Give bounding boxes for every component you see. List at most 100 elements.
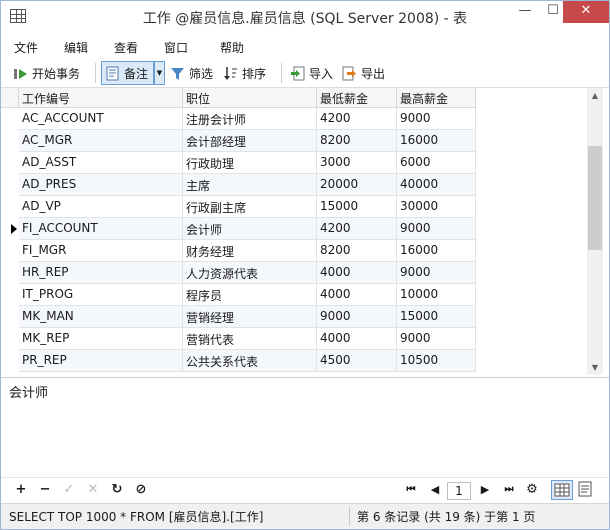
- add-record-icon[interactable]: +: [13, 482, 29, 498]
- menu-edit[interactable]: 编辑: [64, 39, 88, 56]
- cell-job-title[interactable]: 注册会计师: [183, 108, 317, 130]
- cell-min-salary[interactable]: 4200: [317, 108, 397, 130]
- cell-min-salary[interactable]: 8200: [317, 130, 397, 152]
- cell-min-salary[interactable]: 3000: [317, 152, 397, 174]
- filter-button[interactable]: 筛选: [167, 61, 216, 85]
- delete-record-icon[interactable]: −: [37, 482, 53, 498]
- cell-job-id[interactable]: AD_ASST: [19, 152, 183, 174]
- cell-job-id[interactable]: IT_PROG: [19, 284, 183, 306]
- begin-transaction-button[interactable]: 开始事务: [10, 61, 83, 85]
- row-indicator[interactable]: [1, 262, 19, 284]
- cell-max-salary[interactable]: 30000: [397, 196, 476, 218]
- table-row[interactable]: AC_MGR 会计部经理 8200 16000: [1, 130, 476, 152]
- column-header-job-id[interactable]: 工作编号: [19, 88, 183, 108]
- column-header-min-salary[interactable]: 最低薪金: [317, 88, 397, 108]
- row-indicator[interactable]: [1, 174, 19, 196]
- memo-dropdown-arrow[interactable]: ▼: [154, 61, 165, 85]
- last-page-icon[interactable]: ⏭: [501, 482, 517, 498]
- cell-min-salary[interactable]: 15000: [317, 196, 397, 218]
- vertical-scrollbar[interactable]: ▲ ▼: [587, 88, 603, 375]
- row-indicator[interactable]: [1, 196, 19, 218]
- cell-job-id[interactable]: MK_REP: [19, 328, 183, 350]
- sort-button[interactable]: 排序: [220, 61, 269, 85]
- cell-job-title[interactable]: 会计部经理: [183, 130, 317, 152]
- memo-button[interactable]: 备注: [101, 61, 154, 85]
- cell-job-title[interactable]: 行政助理: [183, 152, 317, 174]
- cell-job-title[interactable]: 程序员: [183, 284, 317, 306]
- table-row[interactable]: MK_MAN 营销经理 9000 15000: [1, 306, 476, 328]
- cell-job-id[interactable]: AC_MGR: [19, 130, 183, 152]
- first-page-icon[interactable]: ⏮: [403, 482, 419, 498]
- cell-job-id[interactable]: HR_REP: [19, 262, 183, 284]
- row-indicator[interactable]: [1, 240, 19, 262]
- cell-job-title[interactable]: 主席: [183, 174, 317, 196]
- cell-job-id[interactable]: PR_REP: [19, 350, 183, 372]
- cell-max-salary[interactable]: 10000: [397, 284, 476, 306]
- table-row[interactable]: FI_MGR 财务经理 8200 16000: [1, 240, 476, 262]
- cell-max-salary[interactable]: 16000: [397, 130, 476, 152]
- cell-max-salary[interactable]: 6000: [397, 152, 476, 174]
- cell-min-salary[interactable]: 8200: [317, 240, 397, 262]
- row-indicator[interactable]: [1, 130, 19, 152]
- table-row[interactable]: FI_ACCOUNT 会计师 4200 9000: [1, 218, 476, 240]
- import-button[interactable]: 导入: [287, 61, 336, 85]
- row-indicator[interactable]: [1, 328, 19, 350]
- cell-job-title[interactable]: 行政副主席: [183, 196, 317, 218]
- cell-max-salary[interactable]: 9000: [397, 108, 476, 130]
- column-header-job-title[interactable]: 职位: [183, 88, 317, 108]
- cell-min-salary[interactable]: 4000: [317, 328, 397, 350]
- cell-job-id[interactable]: FI_ACCOUNT: [19, 218, 183, 240]
- row-indicator[interactable]: [1, 350, 19, 372]
- cell-min-salary[interactable]: 4000: [317, 262, 397, 284]
- apply-changes-icon[interactable]: ✓: [61, 482, 77, 498]
- cell-max-salary[interactable]: 10500: [397, 350, 476, 372]
- scroll-up-arrow-icon[interactable]: ▲: [587, 88, 603, 104]
- scroll-thumb[interactable]: [588, 146, 602, 250]
- refresh-icon[interactable]: ↻: [109, 482, 125, 498]
- previous-page-icon[interactable]: ◀: [427, 482, 443, 498]
- cell-job-title[interactable]: 财务经理: [183, 240, 317, 262]
- table-row[interactable]: AD_PRES 主席 20000 40000: [1, 174, 476, 196]
- cell-min-salary[interactable]: 4000: [317, 284, 397, 306]
- cell-min-salary[interactable]: 20000: [317, 174, 397, 196]
- cell-max-salary[interactable]: 9000: [397, 262, 476, 284]
- cell-job-title[interactable]: 会计师: [183, 218, 317, 240]
- table-row[interactable]: PR_REP 公共关系代表 4500 10500: [1, 350, 476, 372]
- row-indicator[interactable]: [1, 284, 19, 306]
- table-row[interactable]: MK_REP 营销代表 4000 9000: [1, 328, 476, 350]
- cell-job-title[interactable]: 营销经理: [183, 306, 317, 328]
- cell-job-title[interactable]: 人力资源代表: [183, 262, 317, 284]
- cell-job-id[interactable]: AD_PRES: [19, 174, 183, 196]
- cell-job-title[interactable]: 公共关系代表: [183, 350, 317, 372]
- minimize-button[interactable]: —: [511, 1, 539, 23]
- next-page-icon[interactable]: ▶: [477, 482, 493, 498]
- cell-max-salary[interactable]: 40000: [397, 174, 476, 196]
- table-row[interactable]: AD_ASST 行政助理 3000 6000: [1, 152, 476, 174]
- cell-job-title[interactable]: 营销代表: [183, 328, 317, 350]
- row-indicator[interactable]: [1, 152, 19, 174]
- table-row[interactable]: HR_REP 人力资源代表 4000 9000: [1, 262, 476, 284]
- grid-view-button[interactable]: [551, 480, 573, 500]
- cell-max-salary[interactable]: 9000: [397, 218, 476, 240]
- data-grid[interactable]: 工作编号 职位 最低薪金 最高薪金 AC_ACCOUNT 注册会计师 4200 900…: [1, 87, 609, 375]
- close-button[interactable]: ✕: [563, 1, 609, 23]
- export-button[interactable]: 导出: [339, 61, 388, 85]
- cell-job-id[interactable]: MK_MAN: [19, 306, 183, 328]
- menu-file[interactable]: 文件: [14, 39, 38, 56]
- page-number-input[interactable]: 1: [447, 482, 471, 500]
- cell-max-salary[interactable]: 9000: [397, 328, 476, 350]
- cell-job-id[interactable]: FI_MGR: [19, 240, 183, 262]
- cell-job-id[interactable]: AC_ACCOUNT: [19, 108, 183, 130]
- form-view-button[interactable]: [575, 480, 597, 500]
- scroll-down-arrow-icon[interactable]: ▼: [587, 360, 603, 375]
- memo-pane[interactable]: 会计师: [1, 377, 609, 477]
- cell-max-salary[interactable]: 15000: [397, 306, 476, 328]
- cell-max-salary[interactable]: 16000: [397, 240, 476, 262]
- settings-gear-icon[interactable]: ⚙: [524, 482, 540, 498]
- table-row[interactable]: IT_PROG 程序员 4000 10000: [1, 284, 476, 306]
- discard-changes-icon[interactable]: ✕: [85, 482, 101, 498]
- column-header-max-salary[interactable]: 最高薪金: [397, 88, 476, 108]
- table-row[interactable]: AD_VP 行政副主席 15000 30000: [1, 196, 476, 218]
- row-indicator[interactable]: [1, 306, 19, 328]
- cell-min-salary[interactable]: 4500: [317, 350, 397, 372]
